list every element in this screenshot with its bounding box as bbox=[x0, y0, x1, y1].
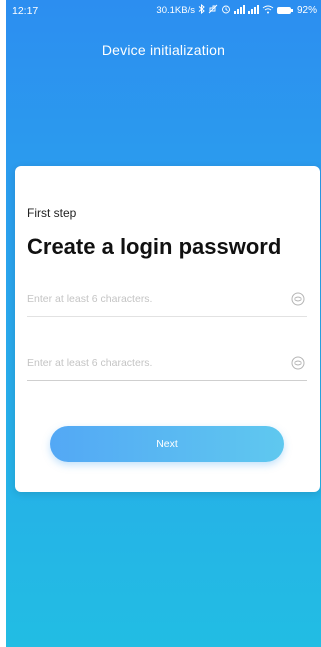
status-bar: 12:17 30.1KB/s 92% bbox=[6, 0, 321, 22]
signal-icon bbox=[233, 4, 245, 16]
eye-icon[interactable] bbox=[291, 356, 305, 370]
password-field bbox=[27, 282, 307, 317]
bluetooth-icon bbox=[198, 4, 205, 16]
wifi-icon bbox=[262, 5, 274, 16]
confirm-password-input[interactable] bbox=[27, 346, 277, 380]
next-button[interactable]: Next bbox=[50, 426, 284, 462]
confirm-password-field bbox=[27, 346, 307, 381]
alarm-icon bbox=[221, 4, 231, 16]
status-time: 12:17 bbox=[12, 5, 39, 17]
mute-icon bbox=[208, 4, 218, 16]
card-title: Create a login password bbox=[27, 234, 282, 259]
eye-icon[interactable] bbox=[291, 292, 305, 306]
step-label: First step bbox=[27, 206, 77, 220]
battery-icon bbox=[276, 6, 293, 14]
status-icons: 30.1KB/s 92% bbox=[156, 4, 317, 16]
signal-icon-2 bbox=[247, 4, 259, 16]
password-input[interactable] bbox=[27, 282, 277, 316]
battery-percent: 92% bbox=[296, 4, 317, 16]
network-speed: 30.1KB/s bbox=[156, 4, 195, 16]
password-card: First step Create a login password Next bbox=[15, 166, 320, 492]
page-title: Device initialization bbox=[101, 42, 226, 58]
app-screen: 12:17 30.1KB/s 92% Device initialization… bbox=[6, 0, 321, 647]
